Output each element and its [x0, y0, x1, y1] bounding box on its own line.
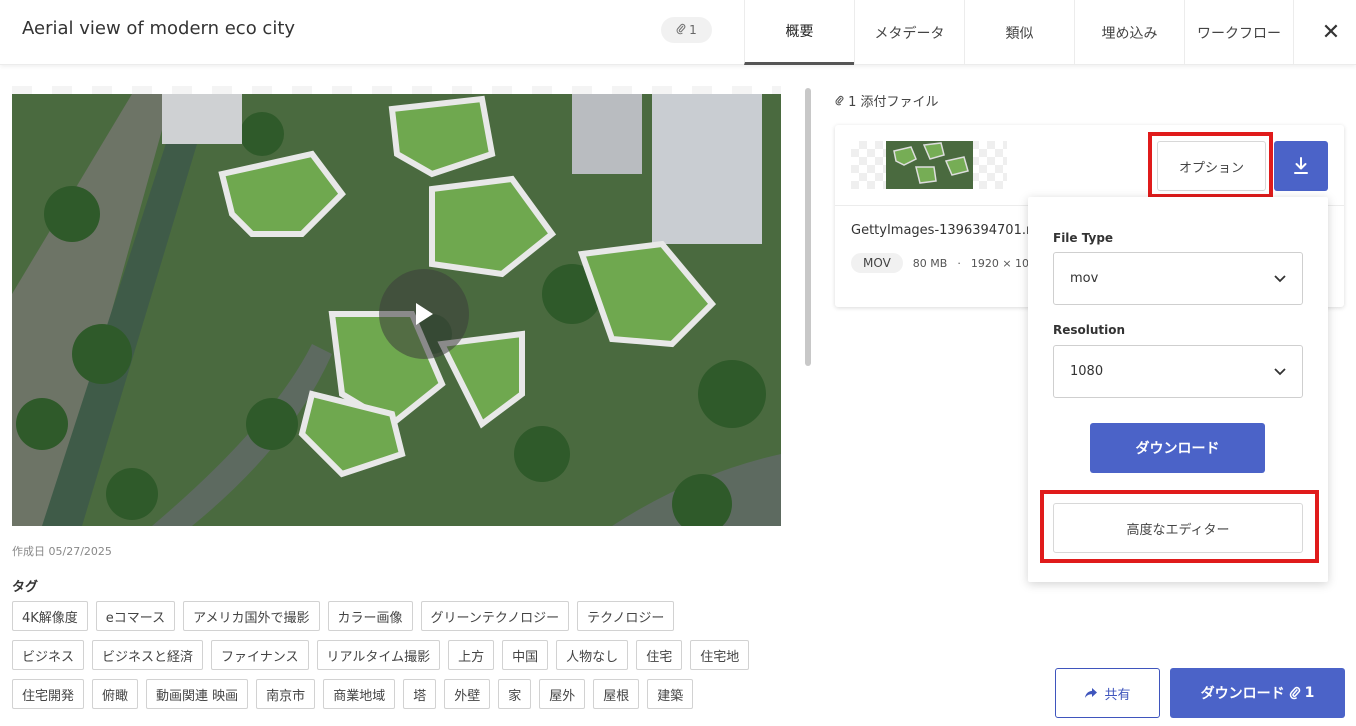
tag-chip[interactable]: eコマース [95, 601, 176, 631]
attachments-heading-text: 1 添付ファイル [848, 95, 939, 110]
dropdown-download-button[interactable]: ダウンロード [1090, 423, 1265, 473]
preview-background [12, 86, 781, 94]
tag-chip[interactable]: ビジネス [12, 640, 85, 670]
tag-chip[interactable]: アメリカ国外で撮影 [183, 601, 320, 631]
created-date: 作成日 05/27/2025 [12, 545, 112, 558]
share-button[interactable]: 共有 [1055, 668, 1160, 718]
resolution-value: 1080 [1070, 364, 1104, 379]
attachment-thumbnail[interactable] [886, 141, 973, 189]
file-type-select[interactable]: mov [1053, 252, 1303, 305]
tag-chip[interactable]: 家 [498, 679, 532, 709]
tag-chip[interactable]: ファイナンス [211, 640, 309, 670]
file-format-badge: MOV [851, 253, 903, 273]
asset-title: Aerial view of modern eco city [22, 18, 296, 39]
tab-metadata[interactable]: メタデータ [854, 0, 964, 65]
highlight-box-options [1148, 132, 1273, 198]
file-type-label: File Type [1053, 231, 1114, 245]
download-button[interactable]: ダウンロード 1 [1170, 668, 1345, 718]
tag-chip[interactable]: 4K解像度 [12, 601, 88, 631]
header-bar: Aerial view of modern eco city 1 概要 メタデー… [0, 0, 1356, 65]
tab-overview[interactable]: 概要 [744, 0, 854, 65]
tag-chip[interactable]: 塔 [403, 679, 437, 709]
video-preview[interactable] [12, 94, 781, 526]
paperclip-icon [1289, 686, 1300, 700]
file-size: 80 MB [912, 256, 948, 270]
tag-chip[interactable]: ビジネスと経済 [92, 640, 204, 670]
tag-chip[interactable]: 動画関連 映画 [146, 679, 249, 709]
tag-chip[interactable]: カラー画像 [327, 601, 413, 631]
play-icon [416, 303, 433, 325]
file-name: GettyImages-1396394701.mov [851, 223, 1031, 238]
thumbnail-image [886, 141, 973, 189]
paperclip-icon [676, 23, 686, 38]
tag-chip[interactable]: 屋根 [593, 679, 640, 709]
close-icon[interactable]: ✕ [1306, 0, 1356, 65]
tag-chip[interactable]: 外壁 [444, 679, 491, 709]
download-count: 1 [1304, 685, 1315, 701]
download-icon-button[interactable] [1274, 141, 1328, 191]
tag-chip[interactable]: 建築 [647, 679, 694, 709]
resolution-select[interactable]: 1080 [1053, 345, 1303, 398]
meta-separator: · [957, 256, 961, 270]
share-label: 共有 [1104, 687, 1131, 703]
play-button[interactable] [379, 269, 469, 359]
tag-chip[interactable]: グリーンテクノロジー [420, 601, 570, 631]
resolution-label: Resolution [1053, 323, 1126, 337]
download-icon [1294, 157, 1308, 174]
tag-row: 住宅開発 俯瞰 動画関連 映画 南京市 商業地域 塔 外壁 家 屋外 屋根 建築 [12, 679, 694, 709]
tag-chip[interactable]: 人物なし [556, 640, 629, 670]
tag-chip[interactable]: 住宅地 [690, 640, 750, 670]
download-label: ダウンロード [1200, 686, 1285, 702]
file-meta: MOV 80 MB · 1920 × 1080 [851, 253, 1043, 273]
file-type-value: mov [1070, 271, 1099, 286]
tag-chip[interactable]: 上方 [448, 640, 495, 670]
tag-row: 4K解像度 eコマース アメリカ国外で撮影 カラー画像 グリーンテクノロジー テ… [12, 601, 675, 631]
attachments-heading: 1 添付ファイル [835, 91, 939, 110]
chevron-down-icon [1274, 274, 1286, 282]
attachment-count-badge[interactable]: 1 [661, 17, 712, 43]
tab-embed[interactable]: 埋め込み [1074, 0, 1184, 65]
tag-chip[interactable]: テクノロジー [577, 601, 675, 631]
tag-chip[interactable]: 住宅 [636, 640, 683, 670]
tags-heading: タグ [12, 580, 39, 595]
tag-chip[interactable]: 住宅開発 [12, 679, 85, 709]
tag-chip[interactable]: 商業地域 [323, 679, 396, 709]
chevron-down-icon [1274, 367, 1286, 375]
attachment-count: 1 [689, 23, 697, 37]
share-icon [1085, 688, 1098, 698]
paperclip-icon [835, 95, 848, 110]
tab-workflow[interactable]: ワークフロー [1184, 0, 1294, 65]
tag-chip[interactable]: 中国 [502, 640, 549, 670]
tag-chip[interactable]: 俯瞰 [92, 679, 139, 709]
tab-bar: 概要 メタデータ 類似 埋め込み ワークフロー [744, 0, 1294, 65]
tag-chip[interactable]: 屋外 [539, 679, 586, 709]
tag-chip[interactable]: リアルタイム撮影 [316, 640, 441, 670]
tag-chip[interactable]: 南京市 [256, 679, 316, 709]
scrollbar[interactable] [805, 88, 811, 366]
highlight-box-advanced-editor [1040, 490, 1319, 563]
tab-similar[interactable]: 類似 [964, 0, 1074, 65]
tag-row: ビジネス ビジネスと経済 ファイナンス リアルタイム撮影 上方 中国 人物なし … [12, 640, 750, 670]
